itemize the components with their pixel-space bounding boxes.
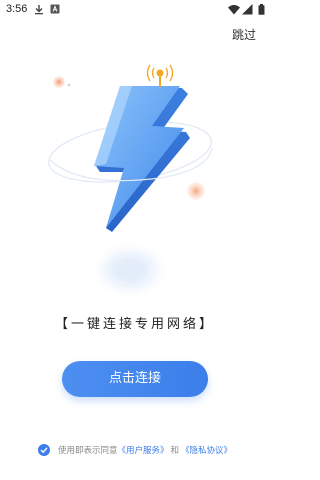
slogan-text: 【一键连接专用网络】 <box>54 317 215 332</box>
agreement-prefix: 使用即表示同意 <box>58 446 118 456</box>
status-bar: 3:56 <box>0 0 270 20</box>
battery-icon <box>258 4 265 15</box>
lightning-bolt-icon <box>48 64 213 298</box>
wifi-icon <box>228 5 240 15</box>
connect-button[interactable]: 点击连接 <box>62 361 208 397</box>
download-icon <box>35 5 43 15</box>
hero-illustration <box>40 60 230 305</box>
agree-checkbox[interactable] <box>38 444 50 456</box>
user-service-link[interactable]: 《用户服务》 <box>118 444 169 456</box>
signal-icon <box>242 4 253 15</box>
check-icon <box>40 447 48 454</box>
privacy-link[interactable]: 《隐私协议》 <box>181 444 232 456</box>
agreement-row: 使用即表示同意 《用户服务》 和 《隐私协议》 <box>38 442 232 458</box>
notification-a-icon <box>50 4 60 14</box>
agreement-and: 和 <box>170 446 180 456</box>
skip-button[interactable]: 跳过 <box>232 26 256 43</box>
app-screen: 3:56 跳过 【一键连接专用网络】 点击连接 使用即表示同意 《用户服务》 和… <box>0 0 270 480</box>
status-time: 3:56 <box>6 3 28 15</box>
